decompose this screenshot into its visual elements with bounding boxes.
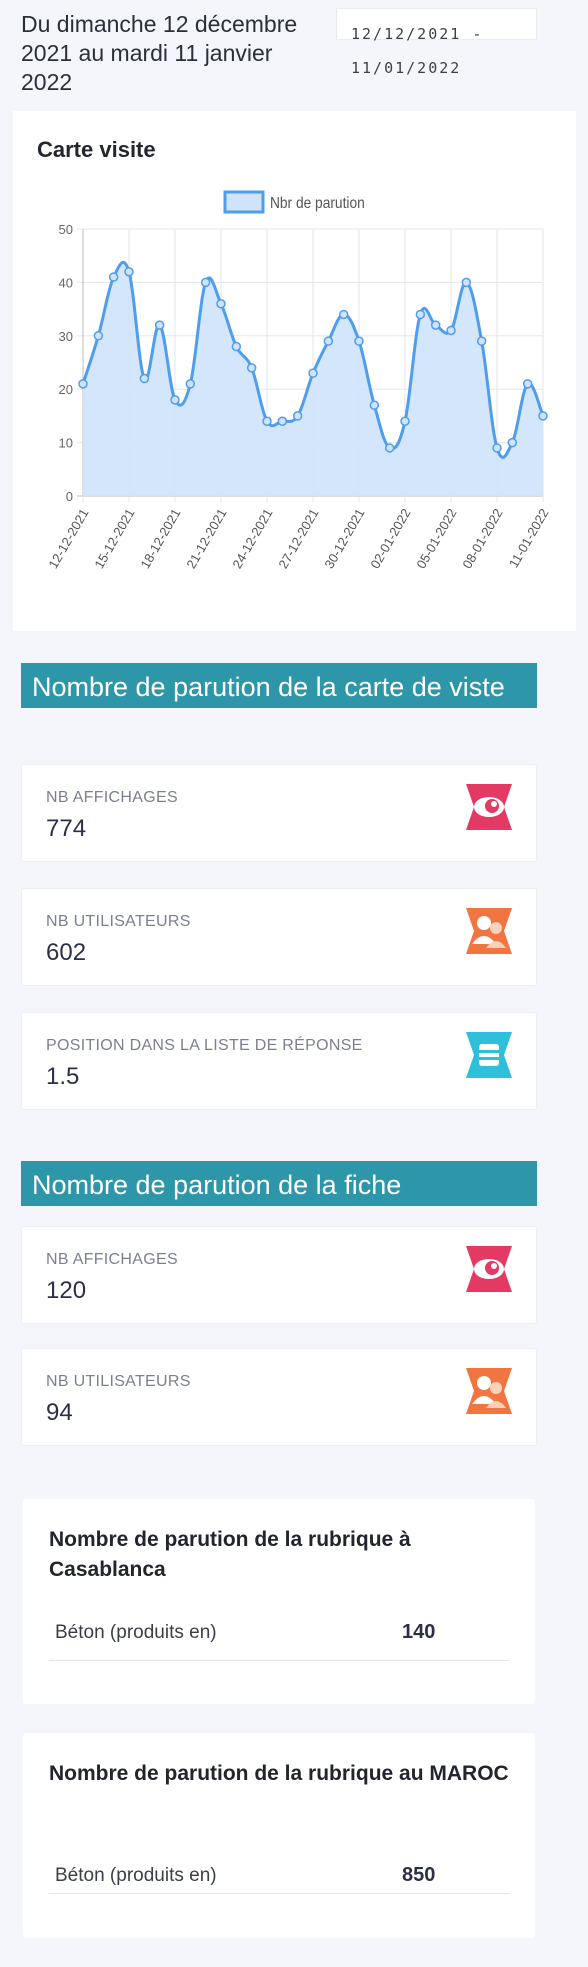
rubrique-title: Nombre de parution de la rubrique au MAR… xyxy=(49,1762,509,1785)
x-tick-label: 18-12-2021 xyxy=(137,506,183,571)
data-point xyxy=(200,277,211,288)
data-point xyxy=(400,416,410,426)
rubrique-value: 850 xyxy=(402,1864,436,1886)
stat-label: NB UTILISATEURS xyxy=(46,1373,191,1390)
x-tick-label: 05-01-2022 xyxy=(413,506,459,571)
date-range-start: 12/12/2021 - xyxy=(351,25,484,43)
x-tick-label: 11-01-2022 xyxy=(506,506,552,570)
data-point xyxy=(108,272,119,282)
stat-label: NB AFFICHAGES xyxy=(46,1251,178,1268)
x-tick-label: 12-12-2021 xyxy=(45,506,91,571)
y-tick-label: 20 xyxy=(59,382,73,397)
data-point xyxy=(538,411,548,421)
stat-value: 120 xyxy=(46,1277,87,1304)
data-point xyxy=(231,341,242,352)
stat-card-affichages: NB AFFICHAGES 774 xyxy=(21,764,537,862)
y-tick-label: 50 xyxy=(59,222,73,237)
stat-value: 774 xyxy=(46,815,87,842)
chart-legend: Nbr de parution xyxy=(223,190,365,214)
rubrique-name: Béton (produits en) xyxy=(55,1622,217,1643)
rubrique-title: Nombre de parution de la rubrique à Casa… xyxy=(49,1528,411,1581)
data-point xyxy=(216,299,226,309)
data-point xyxy=(246,363,257,373)
x-tick-label: 27-12-2021 xyxy=(275,506,321,571)
section-header-carte: Nombre de parution de la carte de viste xyxy=(21,663,537,708)
date-range-picker[interactable]: 12/12/2021 - 11/01/2022 xyxy=(336,8,537,77)
data-point xyxy=(185,379,196,389)
users-icon xyxy=(466,1368,512,1414)
date-range-end: 11/01/2022 xyxy=(351,59,462,77)
divider xyxy=(49,1893,509,1894)
data-point xyxy=(292,411,303,421)
stat-value: 1.5 xyxy=(46,1063,80,1090)
y-tick-label: 40 xyxy=(59,275,73,290)
divider xyxy=(49,1660,509,1661)
users-icon xyxy=(466,908,512,954)
visits-chart: 0 10 20 30 40 50 12-12-2021 15-12-2021 18-12-202… xyxy=(45,190,552,571)
y-tick-label: 30 xyxy=(59,329,73,344)
data-point xyxy=(308,368,318,378)
data-point xyxy=(507,437,518,448)
stat-card-utilisateurs: NB UTILISATEURS 602 xyxy=(21,888,537,986)
stat-label: NB AFFICHAGES xyxy=(46,789,178,806)
x-tick-label: 02-01-2022 xyxy=(367,506,413,571)
data-point xyxy=(430,320,441,330)
data-point xyxy=(384,443,395,453)
y-tick-label: 10 xyxy=(59,436,73,451)
data-point xyxy=(154,320,165,330)
stat-card-affichages-fiche: NB AFFICHAGES 120 xyxy=(21,1226,537,1324)
data-point xyxy=(492,443,502,453)
x-tick-label: 24-12-2021 xyxy=(229,506,275,571)
rubrique-name: Béton (produits en) xyxy=(55,1865,217,1886)
chart-card: Carte visite 0 10 20 30 40 50 12-12-2021 15-12-… xyxy=(13,111,576,631)
data-point xyxy=(93,331,104,341)
data-point xyxy=(262,416,272,426)
data-point xyxy=(446,325,456,336)
section-header-fiche: Nombre de parution de la fiche xyxy=(21,1161,537,1206)
data-point xyxy=(522,379,533,389)
legend-swatch xyxy=(223,190,265,214)
data-point xyxy=(461,277,472,288)
data-point xyxy=(277,416,288,426)
stat-card-position: POSITION DANS LA LISTE DE RÉPONSE 1.5 xyxy=(21,1012,537,1110)
rubrique-value: 140 xyxy=(402,1621,436,1643)
data-point xyxy=(170,395,180,405)
eye-icon xyxy=(466,784,512,830)
data-point xyxy=(415,309,426,320)
data-point xyxy=(139,373,150,384)
eye-icon xyxy=(466,1246,512,1292)
rubrique-maroc-card: Nombre de parution de la rubrique au MAR… xyxy=(23,1733,535,1938)
stat-card-utilisateurs-fiche: NB UTILISATEURS 94 xyxy=(21,1348,537,1446)
x-tick-label: 15-12-2021 xyxy=(91,506,137,571)
x-tick-label: 21-12-2021 xyxy=(183,506,229,571)
list-position-icon xyxy=(466,1032,512,1078)
data-point xyxy=(354,336,364,346)
period-text: Du dimanche 12 décembre 2021 au mardi 11… xyxy=(21,11,298,95)
stat-label: POSITION DANS LA LISTE DE RÉPONSE xyxy=(46,1037,363,1054)
x-tick-label: 08-01-2022 xyxy=(459,506,505,571)
stat-value: 94 xyxy=(46,1399,73,1426)
legend-label: Nbr de parution xyxy=(270,194,365,212)
stat-label: NB UTILISATEURS xyxy=(46,913,191,930)
stat-value: 602 xyxy=(46,939,87,966)
data-point xyxy=(338,309,349,320)
rubrique-casablanca-card: Nombre de parution de la rubrique à Casa… xyxy=(23,1499,535,1704)
data-point xyxy=(476,336,487,346)
data-point xyxy=(369,400,380,410)
data-point xyxy=(124,266,134,277)
x-tick-label: 30-12-2021 xyxy=(321,506,367,571)
data-point xyxy=(78,379,88,389)
y-tick-label: 0 xyxy=(66,489,73,504)
data-point xyxy=(323,336,334,346)
